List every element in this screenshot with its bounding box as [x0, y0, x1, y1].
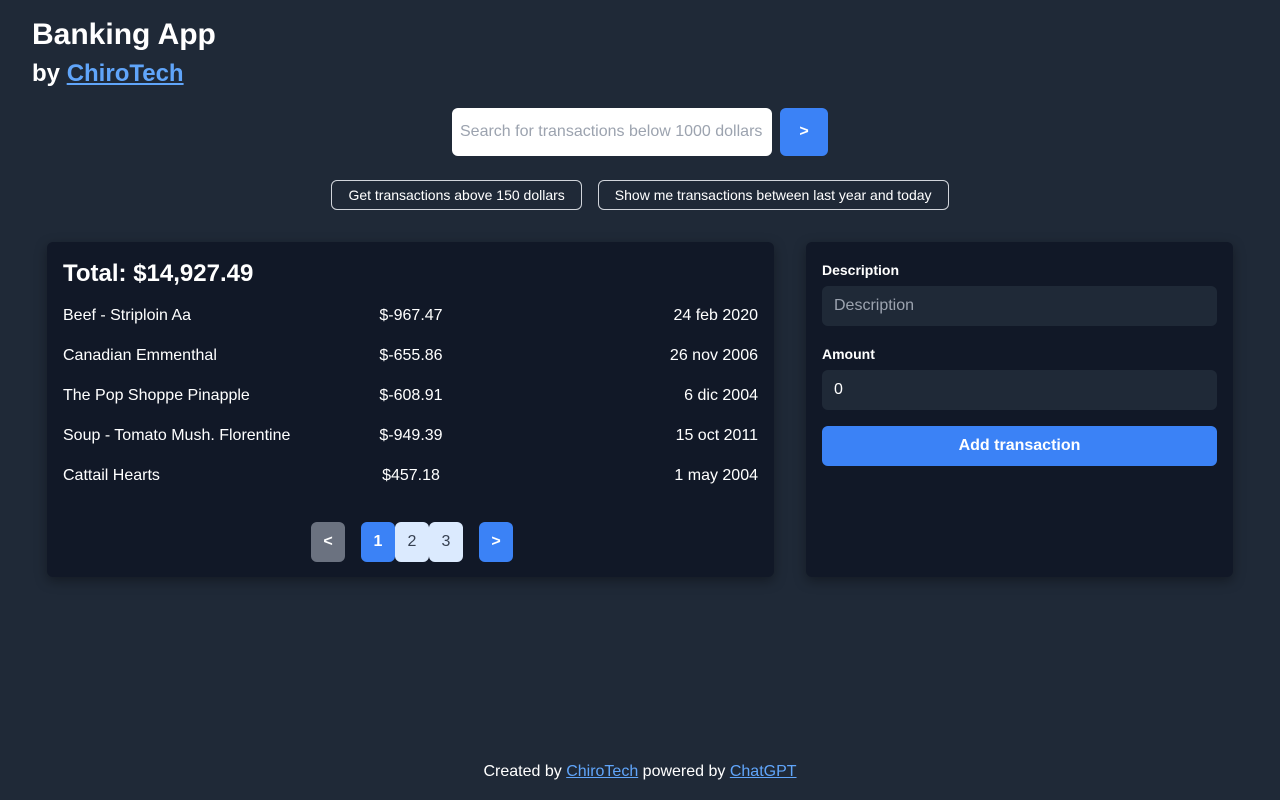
byline-prefix: by: [32, 60, 61, 87]
header: Banking App by ChiroTech: [32, 16, 216, 96]
suggestion-last-year-button[interactable]: Show me transactions between last year a…: [597, 180, 949, 210]
transaction-date: 1 may 2004: [674, 467, 758, 484]
search-input[interactable]: [452, 108, 772, 156]
transaction-list: Beef - Striploin Aa $-967.47 24 feb 2020…: [63, 296, 758, 496]
transaction-row: Beef - Striploin Aa $-967.47 24 feb 2020: [63, 296, 758, 336]
amount-input[interactable]: [822, 370, 1217, 410]
description-label: Description: [822, 262, 900, 278]
transaction-description: Canadian Emmenthal: [63, 347, 217, 364]
transaction-amount: $-655.86: [379, 347, 443, 364]
transaction-description: Soup - Tomato Mush. Florentine: [63, 427, 291, 444]
transaction-amount: $-608.91: [379, 387, 443, 404]
footer-chatgpt-link[interactable]: ChatGPT: [730, 763, 797, 780]
transaction-description: Cattail Hearts: [63, 467, 160, 484]
search-bar: >: [452, 108, 828, 156]
page-button-3[interactable]: 3: [429, 522, 463, 562]
pagination: < 1 2 3 >: [311, 522, 513, 562]
byline: by ChiroTech: [32, 52, 216, 96]
total-amount: Total: $14,927.49: [63, 260, 254, 287]
footer-powered-by: powered by: [642, 763, 726, 780]
author-link[interactable]: ChiroTech: [67, 60, 184, 87]
transactions-panel: Total: $14,927.49 Beef - Striploin Aa $-…: [47, 242, 774, 577]
page-button-1[interactable]: 1: [361, 522, 395, 562]
suggestion-above-150-button[interactable]: Get transactions above 150 dollars: [331, 180, 582, 210]
app-title: Banking App: [32, 18, 216, 51]
transaction-description: The Pop Shoppe Pinapple: [63, 387, 250, 404]
footer: Created by ChiroTech powered by ChatGPT: [0, 762, 1280, 782]
transaction-date: 24 feb 2020: [673, 307, 758, 324]
description-group: Description: [822, 260, 1217, 326]
add-transaction-form: Description Amount Add transaction: [806, 242, 1233, 577]
footer-created-by: Created by: [483, 763, 562, 780]
previous-page-button[interactable]: <: [311, 522, 345, 562]
transaction-row: Cattail Hearts $457.18 1 may 2004: [63, 456, 758, 496]
suggestion-buttons: Get transactions above 150 dollars Show …: [0, 180, 1280, 210]
description-input[interactable]: [822, 286, 1217, 326]
page-button-2[interactable]: 2: [395, 522, 429, 562]
add-transaction-button[interactable]: Add transaction: [822, 426, 1217, 466]
transaction-amount: $-949.39: [379, 427, 443, 444]
transaction-date: 15 oct 2011: [675, 427, 758, 444]
transaction-date: 6 dic 2004: [684, 387, 758, 404]
search-submit-button[interactable]: >: [780, 108, 828, 156]
amount-label: Amount: [822, 346, 875, 362]
footer-author-link[interactable]: ChiroTech: [566, 763, 638, 780]
transaction-row: Canadian Emmenthal $-655.86 26 nov 2006: [63, 336, 758, 376]
transaction-row: The Pop Shoppe Pinapple $-608.91 6 dic 2…: [63, 376, 758, 416]
transaction-row: Soup - Tomato Mush. Florentine $-949.39 …: [63, 416, 758, 456]
next-page-button[interactable]: >: [479, 522, 513, 562]
transaction-amount: $457.18: [382, 467, 440, 484]
transaction-date: 26 nov 2006: [669, 347, 758, 364]
amount-group: Amount: [822, 344, 1217, 410]
transaction-amount: $-967.47: [379, 307, 443, 324]
transaction-description: Beef - Striploin Aa: [63, 307, 192, 324]
